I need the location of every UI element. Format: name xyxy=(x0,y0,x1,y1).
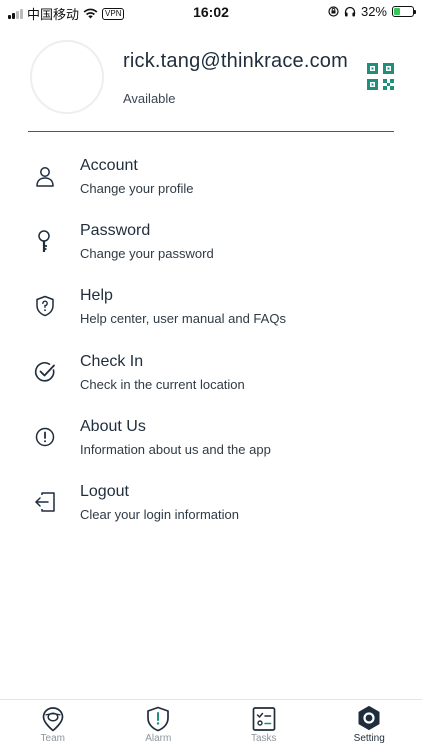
tab-team[interactable]: Team xyxy=(0,700,106,750)
person-icon xyxy=(36,167,54,187)
menu-item-subtitle: Change your profile xyxy=(80,181,194,196)
header-divider xyxy=(28,131,394,132)
menu-item-subtitle: Information about us and the app xyxy=(80,441,271,457)
logout-icon xyxy=(35,492,55,512)
location-pin-icon xyxy=(42,707,64,732)
status-bar: 中国移动 VPN 16:02 32% xyxy=(0,0,422,24)
key-icon xyxy=(38,230,50,253)
menu-item-about-us[interactable]: About Us Information about us and the ap… xyxy=(0,411,422,476)
menu-item-title: Password xyxy=(80,222,151,240)
tab-label: Team xyxy=(40,733,65,744)
tab-label: Alarm xyxy=(145,733,172,744)
tab-alarm[interactable]: Alarm xyxy=(106,700,212,750)
menu-item-subtitle: Check in the current location xyxy=(80,376,245,392)
settings-menu: Account Change your profile Password Cha… xyxy=(0,150,422,541)
profile-status[interactable]: Available xyxy=(123,91,176,106)
qr-code-icon[interactable] xyxy=(367,63,394,90)
status-right: 32% xyxy=(328,4,416,19)
tab-label: Tasks xyxy=(250,733,277,744)
battery-percent: 32% xyxy=(360,4,387,19)
tab-setting[interactable]: Setting xyxy=(317,700,422,750)
menu-item-subtitle: Change your password xyxy=(80,246,214,262)
menu-item-title: Help xyxy=(80,287,113,305)
task-list-icon xyxy=(252,707,276,731)
menu-item-subtitle: Help center, user manual and FAQs xyxy=(80,311,286,327)
menu-item-title: Check In xyxy=(80,352,144,370)
bottom-tab-bar: Team Alarm Tasks Setting xyxy=(0,699,422,750)
battery-icon xyxy=(392,6,416,17)
orientation-lock-icon xyxy=(328,6,339,17)
info-circle-icon xyxy=(35,427,55,446)
battery-fill xyxy=(394,8,400,15)
avatar[interactable] xyxy=(30,40,104,114)
menu-item-subtitle: Clear your login information xyxy=(80,506,239,522)
menu-item-check-in[interactable]: Check In Check in the current location xyxy=(0,346,422,411)
headphones-icon xyxy=(344,6,356,17)
alarm-shield-icon xyxy=(147,706,170,732)
menu-item-password[interactable]: Password Change your password xyxy=(0,215,422,280)
tab-tasks[interactable]: Tasks xyxy=(211,700,317,750)
menu-item-title: Logout xyxy=(80,482,129,500)
help-shield-icon xyxy=(36,296,54,317)
menu-item-title: About Us xyxy=(80,417,146,435)
profile-email: rick.tang@thinkrace.com xyxy=(123,50,348,72)
settings-gear-icon xyxy=(358,706,380,730)
tab-label: Setting xyxy=(353,733,385,744)
menu-item-help[interactable]: Help Help center, user manual and FAQs xyxy=(0,280,422,345)
menu-item-account[interactable]: Account Change your profile xyxy=(0,150,422,215)
menu-item-title: Account xyxy=(80,157,138,174)
menu-item-logout[interactable]: Logout Clear your login information xyxy=(0,476,422,541)
check-circle-icon xyxy=(34,361,55,382)
